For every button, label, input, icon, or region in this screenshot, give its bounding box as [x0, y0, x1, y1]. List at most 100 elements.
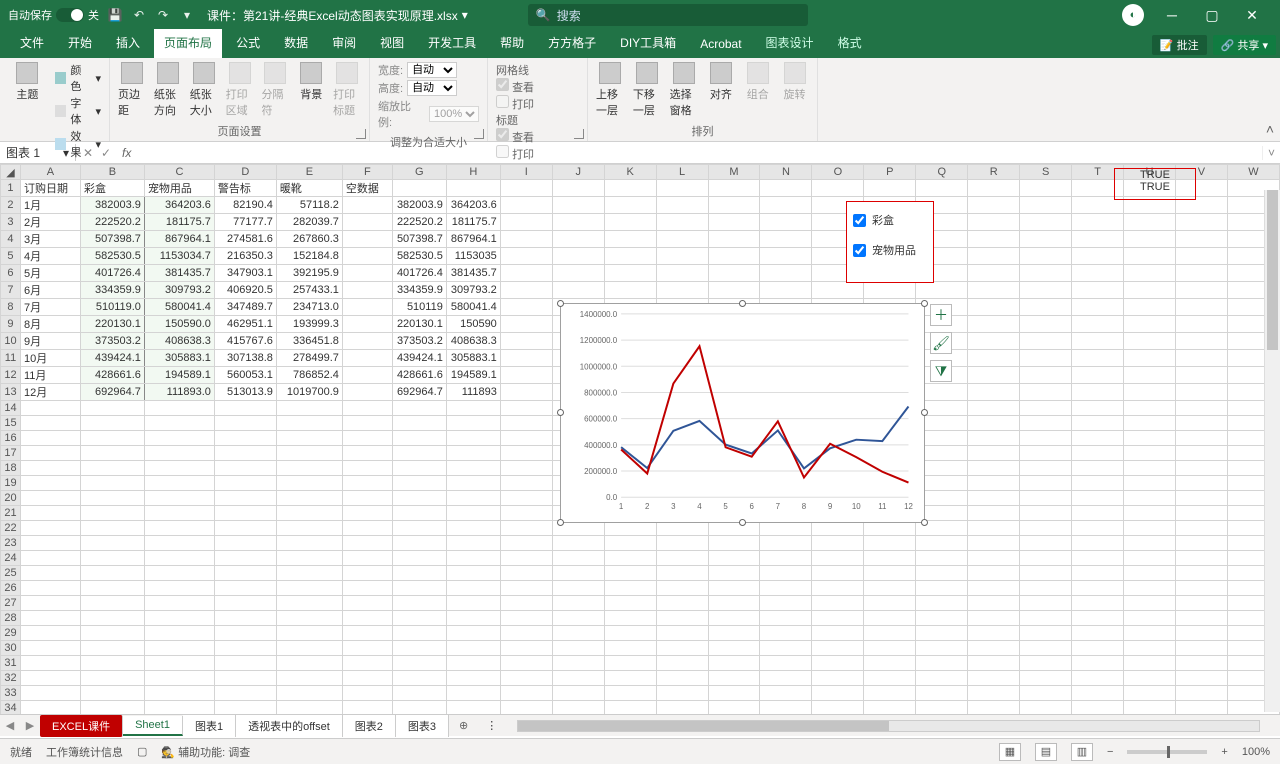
row-header[interactable]: 9	[1, 316, 21, 333]
tab-data[interactable]: 数据	[274, 29, 318, 58]
row-header[interactable]: 18	[1, 461, 21, 476]
status-wbstats[interactable]: 工作簿统计信息	[46, 744, 123, 760]
head-view-check[interactable]: 查看	[496, 128, 534, 145]
file-title[interactable]: 课件：第21讲-经典Excel动态图表实现原理.xlsx▾	[207, 7, 468, 24]
zoom-in-button[interactable]: +	[1221, 746, 1227, 758]
comments-button[interactable]: 📝 批注	[1152, 35, 1207, 55]
sheet-nav-next[interactable]: ▶	[20, 719, 40, 732]
row-header[interactable]: 32	[1, 671, 21, 686]
row-header[interactable]: 14	[1, 401, 21, 416]
background-button[interactable]: 背景	[297, 62, 325, 102]
scale-launcher-icon[interactable]	[474, 129, 484, 139]
col-header[interactable]: I	[500, 165, 552, 180]
zoom-out-button[interactable]: −	[1107, 746, 1113, 758]
row-header[interactable]: 30	[1, 641, 21, 656]
col-header[interactable]: Q	[916, 165, 968, 180]
fonts-button[interactable]: 字体▾	[55, 95, 101, 127]
row-header[interactable]: 6	[1, 265, 21, 282]
row-header[interactable]: 15	[1, 416, 21, 431]
tab-format[interactable]: 格式	[828, 29, 872, 58]
new-sheet-button[interactable]: ⊕	[449, 719, 478, 732]
status-accessibility[interactable]: 🕵 辅助功能: 调查	[161, 744, 250, 760]
minimize-button[interactable]: ─	[1152, 0, 1192, 30]
sheet-tab[interactable]: 图表3	[396, 715, 449, 737]
fx-icon[interactable]: fx	[122, 146, 131, 160]
tab-view[interactable]: 视图	[370, 29, 414, 58]
tab-insert[interactable]: 插入	[106, 29, 150, 58]
formula-input[interactable]	[135, 146, 1262, 160]
col-header[interactable]: E	[276, 165, 342, 180]
row-header[interactable]: 19	[1, 476, 21, 491]
row-header[interactable]: 24	[1, 551, 21, 566]
col-header[interactable]: P	[864, 165, 916, 180]
themes-button[interactable]: 主题	[8, 62, 47, 102]
size-button[interactable]: 纸张大小	[190, 62, 218, 118]
view-pagebreak-button[interactable]: ▥	[1071, 743, 1093, 761]
tab-diy[interactable]: DIY工具箱	[610, 29, 686, 58]
width-select[interactable]: 自动	[407, 62, 457, 78]
sendback-button[interactable]: 下移一层	[633, 62, 662, 118]
cell-u1[interactable]: TRUE	[1119, 169, 1191, 181]
vertical-scrollbar[interactable]	[1264, 190, 1280, 712]
collapse-ribbon-icon[interactable]: ˄	[1266, 121, 1274, 137]
row-header[interactable]: 11	[1, 350, 21, 367]
col-header[interactable]: K	[604, 165, 656, 180]
row-header[interactable]: 8	[1, 299, 21, 316]
selectpane-button[interactable]: 选择窗格	[670, 62, 699, 118]
tab-formulas[interactable]: 公式	[226, 29, 270, 58]
col-header[interactable]: M	[708, 165, 760, 180]
col-header[interactable]: H	[446, 165, 500, 180]
view-pagelayout-button[interactable]: ▤	[1035, 743, 1057, 761]
row-header[interactable]: 20	[1, 491, 21, 506]
row-header[interactable]: 4	[1, 231, 21, 248]
col-header[interactable]: N	[760, 165, 812, 180]
height-select[interactable]: 自动	[407, 80, 457, 96]
align-button[interactable]: 对齐	[706, 62, 735, 102]
close-button[interactable]: ✕	[1232, 0, 1272, 30]
chart-styles-button[interactable]: 🖌	[930, 332, 952, 354]
sheet-tab[interactable]: 图表1	[183, 715, 236, 737]
col-header[interactable]: R	[968, 165, 1020, 180]
zoom-level[interactable]: 100%	[1242, 746, 1270, 758]
macro-record-icon[interactable]: ▢	[137, 745, 147, 758]
resize-handle[interactable]	[921, 519, 928, 526]
tab-file[interactable]: 文件	[10, 29, 54, 58]
row-header[interactable]: 26	[1, 581, 21, 596]
horizontal-scrollbar[interactable]	[517, 720, 1260, 732]
col-header[interactable]: B	[80, 165, 144, 180]
printtitles-button[interactable]: 打印标题	[333, 62, 361, 118]
chart-elements-button[interactable]: ＋	[930, 304, 952, 326]
col-header[interactable]: S	[1020, 165, 1072, 180]
tab-chartdesign[interactable]: 图表设计	[756, 29, 824, 58]
resize-handle[interactable]	[557, 409, 564, 416]
printarea-button[interactable]: 打印区域	[226, 62, 254, 118]
checkbox-chongwu[interactable]: 宠物用品	[853, 242, 927, 258]
search-box[interactable]: 🔍 搜索	[528, 4, 808, 26]
grid-view-check[interactable]: 查看	[496, 78, 534, 95]
tab-square[interactable]: 方方格子	[538, 29, 606, 58]
row-header[interactable]: 16	[1, 431, 21, 446]
undo-icon[interactable]: ↶	[131, 7, 147, 23]
row-header[interactable]: 28	[1, 611, 21, 626]
view-normal-button[interactable]: ▦	[999, 743, 1021, 761]
tab-pagelayout[interactable]: 页面布局	[154, 29, 222, 58]
row-header[interactable]: 21	[1, 506, 21, 521]
col-header[interactable]: A	[20, 165, 80, 180]
col-header[interactable]: L	[656, 165, 708, 180]
cell-u2[interactable]: TRUE	[1119, 181, 1191, 193]
tab-help[interactable]: 帮助	[490, 29, 534, 58]
sheet-tab[interactable]: 透视表中的offset	[236, 715, 343, 737]
col-header[interactable]: G	[392, 165, 446, 180]
worksheet-grid[interactable]: ◢ A B C D E F G H I J K L M N O P Q R S …	[0, 164, 1280, 714]
effects-button[interactable]: 效果▾	[55, 128, 101, 160]
row-header[interactable]: 1	[1, 180, 21, 197]
expand-formula-icon[interactable]: ˅	[1262, 146, 1280, 160]
row-header[interactable]: 29	[1, 626, 21, 641]
tab-acrobat[interactable]: Acrobat	[690, 32, 751, 58]
col-header[interactable]: C	[144, 165, 214, 180]
sheet-tab[interactable]: 图表2	[343, 715, 396, 737]
tabs-menu-icon[interactable]: ⋮	[486, 719, 497, 732]
orientation-button[interactable]: 纸张方向	[154, 62, 182, 118]
grid-print-check[interactable]: 打印	[496, 95, 534, 112]
scroll-thumb[interactable]	[518, 721, 888, 731]
